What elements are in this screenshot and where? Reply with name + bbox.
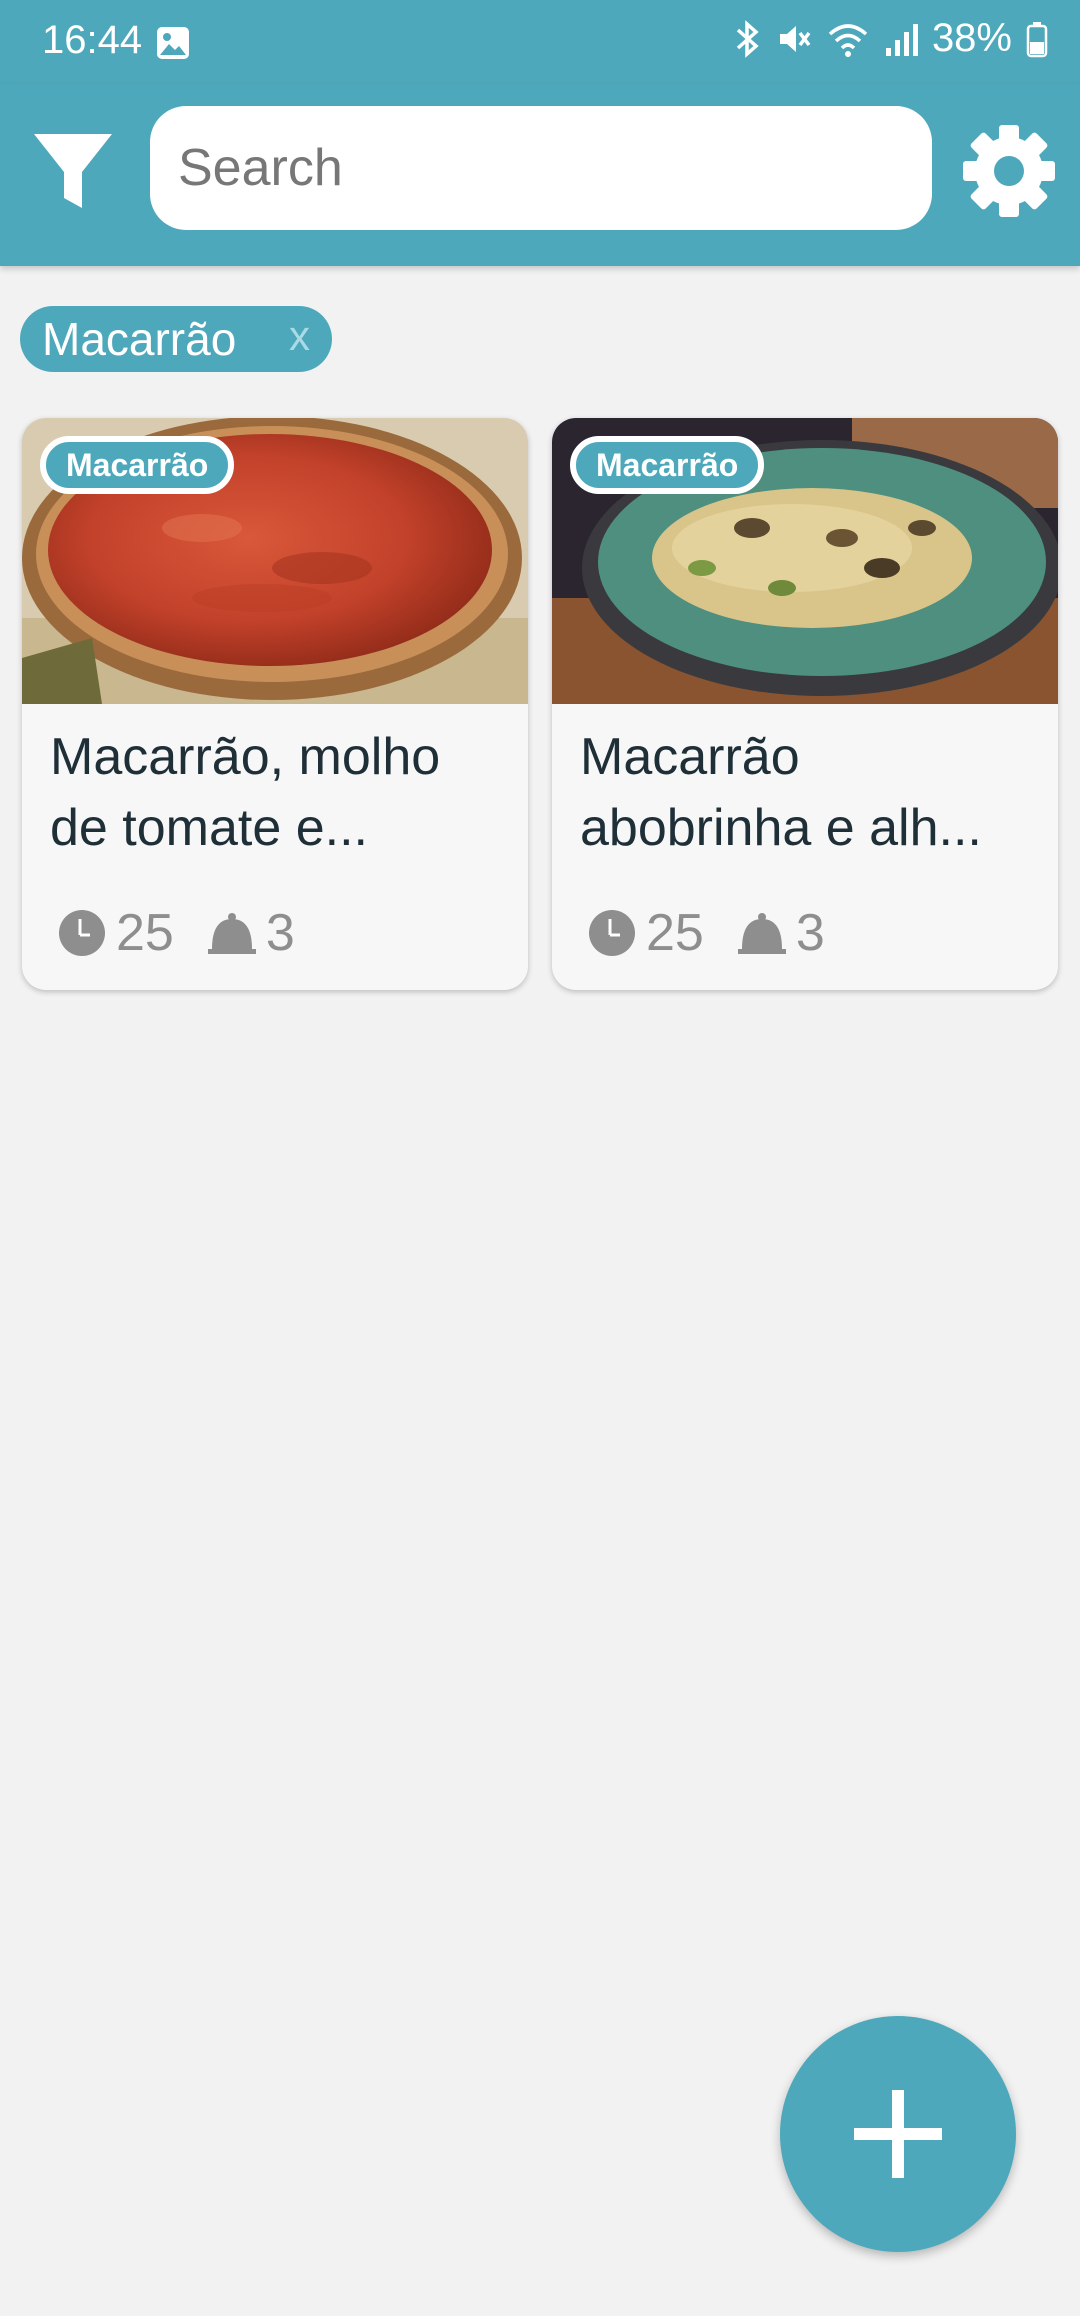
serving-cloche-icon: [737, 913, 786, 954]
recipe-tag-badge: Macarrão: [40, 436, 235, 494]
gear-icon[interactable]: [962, 124, 1056, 218]
status-icons: 38%: [734, 16, 1048, 61]
filter-chip-label: Macarrão: [42, 313, 237, 365]
wifi-icon: [828, 23, 868, 57]
recipe-tag-badge: Macarrão: [570, 436, 765, 494]
serving-cloche-icon: [207, 913, 256, 954]
filter-chip: Macarrão x: [20, 306, 332, 372]
recipe-time: 25: [646, 904, 704, 962]
signal-icon: [885, 23, 918, 56]
clock-icon: [589, 910, 635, 956]
recipe-servings: 3: [265, 904, 295, 962]
mute-icon: [779, 25, 811, 52]
status-time: 16:44: [42, 18, 143, 62]
gallery-icon: [157, 27, 189, 59]
app-bar: [0, 84, 1080, 266]
plus-icon: [854, 2090, 942, 2178]
recipe-meta: 25 3: [58, 898, 295, 968]
status-bar: 16:44 38%: [0, 0, 1080, 84]
filter-chip-remove-button[interactable]: x: [289, 312, 310, 360]
recipe-meta: 25 3: [588, 898, 825, 968]
recipe-servings: 3: [795, 904, 825, 962]
recipe-card[interactable]: Macarrão Macarrão, molho de tomate e... …: [22, 418, 528, 990]
battery-icon: [1026, 21, 1048, 57]
recipe-time: 25: [116, 904, 174, 962]
recipe-title: Macarrão abobrinha e alh...: [580, 728, 982, 857]
battery-percent: 38%: [931, 16, 1012, 60]
bluetooth-icon: [736, 19, 759, 58]
recipe-title: Macarrão, molho de tomate e...: [50, 728, 441, 857]
clock-icon: [59, 910, 105, 956]
filter-icon[interactable]: [30, 128, 116, 214]
recipe-card[interactable]: Macarrão Macarrão abobrinha e alh... 25 …: [552, 418, 1058, 990]
search-input[interactable]: [150, 106, 932, 230]
add-recipe-button[interactable]: [780, 2016, 1016, 2252]
